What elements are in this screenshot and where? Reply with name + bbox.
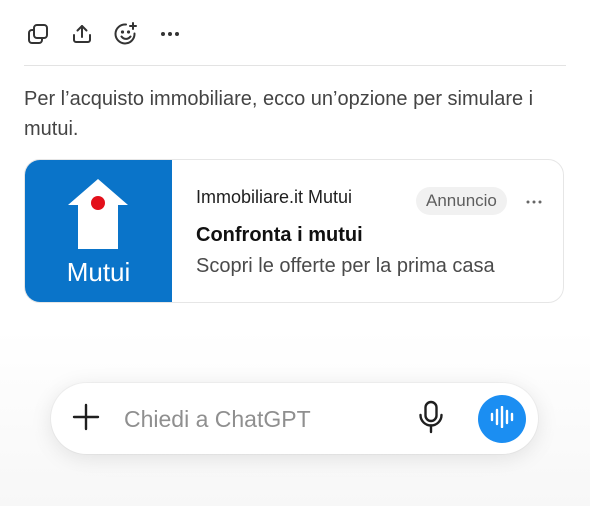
more-icon bbox=[158, 22, 182, 46]
more-actions-button[interactable] bbox=[152, 18, 188, 50]
copy-icon bbox=[26, 22, 50, 46]
house-logo-icon bbox=[68, 179, 128, 249]
message-actions-toolbar bbox=[20, 18, 188, 50]
sponsored-card[interactable]: Mutui Immobiliare.it Mutui Annuncio Conf… bbox=[24, 159, 564, 303]
share-button[interactable] bbox=[64, 18, 100, 50]
ad-options-button[interactable] bbox=[521, 188, 547, 214]
add-reaction-button[interactable] bbox=[108, 18, 144, 50]
prompt-input[interactable] bbox=[124, 403, 394, 435]
voice-mode-button[interactable] bbox=[478, 395, 526, 443]
more-icon bbox=[526, 192, 542, 210]
waveform-icon bbox=[489, 405, 515, 433]
ad-subtitle: Scopri le offerte per la prima casa bbox=[196, 255, 495, 277]
ad-logo-text: Mutui bbox=[66, 257, 131, 287]
toolbar-divider bbox=[24, 65, 566, 66]
plus-icon bbox=[71, 402, 101, 437]
share-icon bbox=[70, 22, 94, 46]
copy-button[interactable] bbox=[20, 18, 56, 50]
add-attachment-button[interactable] bbox=[68, 401, 104, 437]
ad-body: Immobiliare.it Mutui Annuncio Confronta … bbox=[172, 160, 563, 302]
microphone-icon bbox=[417, 400, 445, 439]
dictation-button[interactable] bbox=[413, 400, 449, 438]
add-reaction-icon bbox=[113, 21, 139, 47]
ad-title: Confronta i mutui bbox=[196, 224, 363, 246]
ad-source: Immobiliare.it Mutui bbox=[196, 187, 353, 207]
ad-badge: Annuncio bbox=[416, 187, 507, 215]
ad-logo: Mutui bbox=[25, 160, 172, 302]
message-composer bbox=[51, 383, 538, 454]
assistant-message: Per l’acquisto immobiliare, ecco un’opzi… bbox=[24, 88, 534, 140]
